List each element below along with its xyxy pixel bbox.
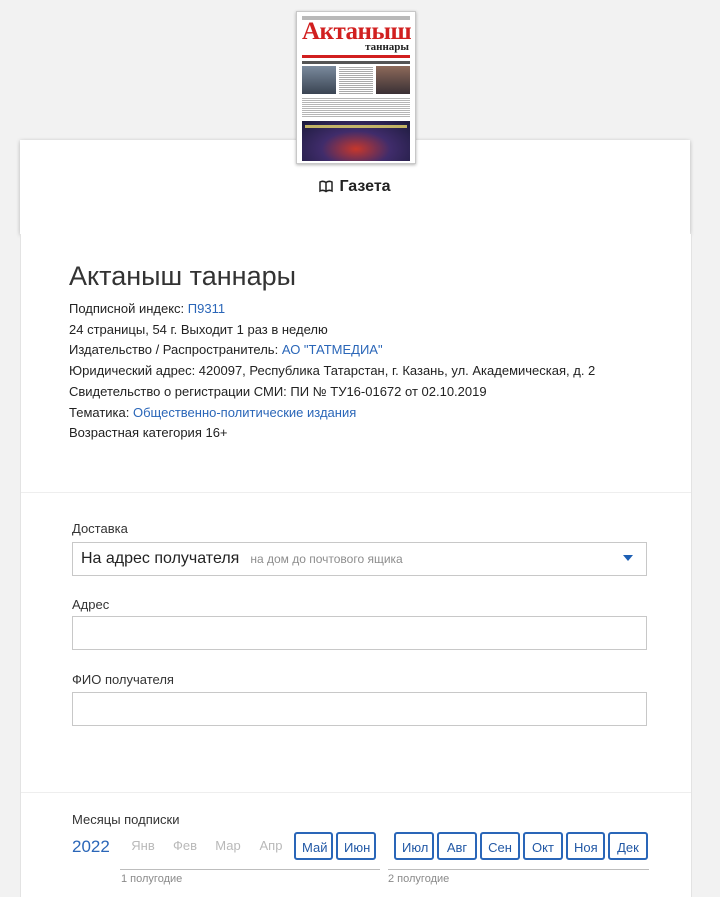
month-feb-button: Фев xyxy=(166,832,204,860)
month-jul-button[interactable]: Июл xyxy=(394,832,434,860)
subscription-year: 2022 xyxy=(72,837,110,856)
month-may-button[interactable]: Май xyxy=(294,832,333,860)
second-half-label: 2 полугодие xyxy=(388,873,450,885)
registration-row: Свидетельство о регистрации СМИ: ПИ № ТУ… xyxy=(69,383,487,399)
address-input[interactable] xyxy=(72,616,647,650)
second-half-line xyxy=(388,869,649,870)
subscription-index-row: Подписной индекс: П9311 xyxy=(69,301,226,316)
section-divider xyxy=(21,492,691,493)
recipient-label: ФИО получателя xyxy=(72,672,174,687)
delivery-selected-value: На адрес получателя xyxy=(81,550,240,567)
month-oct-button[interactable]: Окт xyxy=(523,832,563,860)
delivery-hint: на дом до почтового ящика xyxy=(250,552,403,566)
publication-type: Газета xyxy=(20,178,690,198)
month-dec-button[interactable]: Дек xyxy=(608,832,648,860)
publication-info: Подписной индекс: П9311 24 страницы, 54 … xyxy=(69,299,595,444)
first-half-label: 1 полугодие xyxy=(121,873,183,885)
publisher-row: Издательство / Распространитель: АО "ТАТ… xyxy=(69,342,383,358)
delivery-select[interactable]: На адрес получателя на дом до почтового … xyxy=(72,542,647,576)
month-jun-button[interactable]: Июн xyxy=(336,832,376,860)
first-half-line xyxy=(120,869,380,870)
pages-row: 24 страницы, 54 г. Выходит 1 раз в недел… xyxy=(69,321,328,337)
topic-link[interactable]: Общественно-политические издания xyxy=(133,405,356,420)
book-icon xyxy=(319,180,334,198)
recipient-name-input[interactable] xyxy=(72,692,647,726)
publication-details-card: Актаныш таннары Подписной индекс: П9311 … xyxy=(20,234,692,897)
section-divider xyxy=(21,792,691,793)
legal-address-row: Юридический адрес: 420097, Республика Та… xyxy=(69,363,596,379)
subscription-index-link[interactable]: П9311 xyxy=(188,301,225,316)
month-nov-button[interactable]: Ноя xyxy=(566,832,605,860)
publication-type-label: Газета xyxy=(339,178,391,195)
address-label: Адрес xyxy=(72,597,110,612)
publication-title: Актаныш таннары xyxy=(69,261,297,291)
caret-down-icon xyxy=(623,555,633,561)
cover-masthead: Актаныш xyxy=(302,18,412,45)
delivery-label: Доставка xyxy=(72,521,128,536)
month-sep-button[interactable]: Сен xyxy=(480,832,520,860)
month-mar-button: Мар xyxy=(209,832,247,860)
age-category-row: Возрастная категория 16+ xyxy=(69,425,228,441)
newspaper-cover-image: Актаныш таннары xyxy=(296,11,416,164)
month-apr-button: Апр xyxy=(252,832,290,860)
month-aug-button[interactable]: Авг xyxy=(437,832,477,860)
topic-row: Тематика: Общественно-политические издан… xyxy=(69,404,357,420)
month-jan-button: Янв xyxy=(124,832,162,860)
publisher-link[interactable]: АО "ТАТМЕДИА" xyxy=(282,342,383,357)
subscription-months-label: Месяцы подписки xyxy=(72,812,180,827)
